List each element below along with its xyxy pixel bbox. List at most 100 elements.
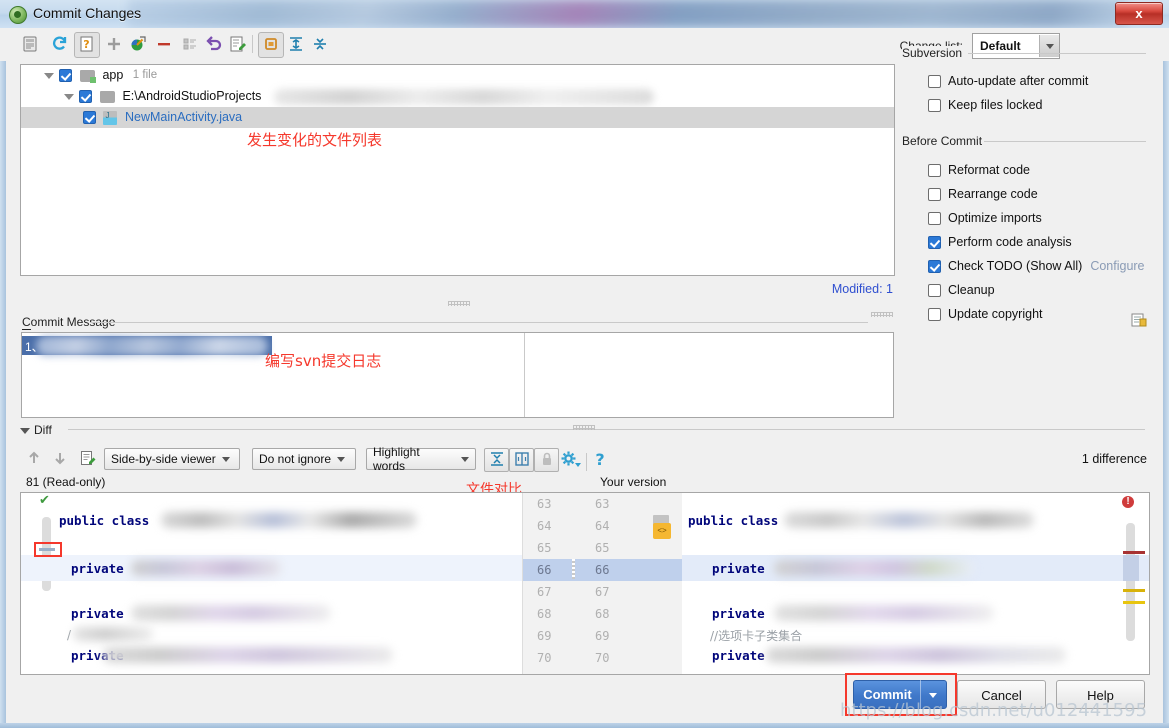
option-rearrange-code[interactable]: Rearrange code [928,187,1038,201]
commit-changes-window: Commit Changes x ? Default app 1 file E:… [0,0,1169,728]
checkbox[interactable] [928,259,941,273]
checkbox[interactable] [928,235,941,249]
list-icon[interactable] [178,32,202,56]
change-marker-yellow [1123,601,1145,604]
title-bar: Commit Changes x [0,0,1169,29]
code-line: private [71,561,124,576]
option-keep-files-locked[interactable]: Keep files locked [928,98,1043,112]
diff-section-divider [68,429,1145,430]
checkbox[interactable] [928,98,941,112]
change-marker-yellow [1123,589,1145,592]
ignore-mode-dropdown[interactable]: Do not ignore [252,448,356,470]
diff-right-pane[interactable]: ! public class private private //选项卡子类集合… [682,493,1149,674]
title-bar-blurred-path [128,0,1128,27]
help-icon[interactable]: ? [592,450,612,470]
blurred-code-text [131,560,281,576]
commit-message-grip[interactable] [871,312,893,317]
show-diff-icon[interactable] [18,32,42,56]
expand-all-icon[interactable] [284,32,308,56]
settings-gear-icon[interactable] [560,450,582,470]
previous-difference-icon[interactable] [26,450,46,470]
option-perform-code-analysis[interactable]: Perform code analysis [928,235,1072,249]
chevron-down-icon[interactable] [43,70,54,81]
tree-row-label: app [102,68,124,83]
tree-checkbox[interactable] [83,111,96,125]
diff-scrollbar[interactable] [1126,523,1135,641]
viewer-mode-dropdown[interactable]: Side-by-side viewer [104,448,240,470]
side-by-side-layout-icon[interactable] [509,448,534,472]
show-unversioned-icon[interactable]: ? [74,32,100,58]
option-auto-update-after-commit[interactable]: Auto-update after commit [928,74,1088,88]
commit-toolbar: ? Default [0,28,1169,61]
code-line: public class [688,513,779,528]
checkbox[interactable] [928,283,941,297]
commit-message-column-divider [524,333,525,417]
changed-files-tree[interactable]: app 1 file E:\AndroidStudioProjects NewM… [20,64,895,276]
blurred-comment [73,627,153,641]
code-line: private [712,648,765,663]
option-check-todo[interactable]: Check TODO (Show All) Configure [928,259,1145,273]
edit-source-icon[interactable] [80,450,100,470]
checkbox[interactable] [928,211,941,225]
checkbox[interactable] [928,307,941,321]
folder-icon [99,90,115,103]
scrollbar-thumb[interactable] [1123,555,1139,581]
subversion-group-title: Subversion [902,46,969,60]
tree-row-count: 1 file [132,69,158,82]
blurred-code-text [766,647,1066,663]
tree-row-directory[interactable]: E:\AndroidStudioProjects [21,86,894,107]
tree-row-app[interactable]: app 1 file [21,65,894,86]
modified-count: Modified: 1 [831,282,893,296]
commit-message-history-icon[interactable] [1131,313,1147,327]
highlight-mode-value: Highlight words [373,445,420,473]
checkbox[interactable] [928,187,941,201]
diff-splitter-grip[interactable] [573,425,595,430]
tree-row-file[interactable]: NewMainActivity.java [21,105,894,128]
diff-toolbar: Side-by-side viewer Do not ignore Highli… [0,445,1169,474]
collapse-all-icon[interactable] [308,32,332,56]
commit-message-divider [90,322,868,323]
chevron-down-icon[interactable] [63,91,74,102]
revert-icon[interactable] [202,32,226,56]
before-commit-group-title: Before Commit [902,134,989,148]
diff-left-pane[interactable]: ✔ public class private private / private [21,493,522,674]
splitter-grip[interactable] [448,301,470,306]
tree-row-label: NewMainActivity.java [124,110,243,125]
commit-message-input[interactable]: 1、 [21,332,894,418]
group-by-directory-icon[interactable] [258,32,284,58]
next-difference-icon[interactable] [52,450,72,470]
code-line: public class [59,513,150,528]
option-update-copyright[interactable]: Update copyright [928,307,1043,321]
error-marker-icon: ! [1122,496,1134,508]
option-label: Check TODO (Show All) [948,259,1083,273]
option-reformat-code[interactable]: Reformat code [928,163,1030,177]
move-to-changelist-icon[interactable] [126,32,150,56]
checkbox[interactable] [928,74,941,88]
blurred-code-text [774,605,994,621]
difference-count: 1 difference [1081,452,1147,466]
tree-checkbox[interactable] [79,90,93,104]
option-optimize-imports[interactable]: Optimize imports [928,211,1042,225]
diff-section-label[interactable]: Diff [20,423,57,437]
watermark: https://blog.csdn.net/u012441595 [840,700,1148,721]
change-list-dropdown[interactable]: Default [972,33,1060,59]
delete-icon[interactable] [152,32,176,56]
add-icon[interactable] [102,32,126,56]
close-button[interactable]: x [1115,2,1163,25]
collapse-unchanged-icon[interactable] [484,448,509,472]
checkbox[interactable] [928,163,941,177]
option-cleanup[interactable]: Cleanup [928,283,995,297]
highlight-mode-dropdown[interactable]: Highlight words [366,445,476,473]
annotation-commit-message: 编写svn提交日志 [265,352,382,370]
folded-code-icon[interactable]: <> [653,523,671,539]
tree-checkbox[interactable] [59,69,73,83]
code-comment: / [67,628,72,642]
toolbar-separator [252,35,253,53]
option-label: Cleanup [948,283,995,297]
diff-viewer[interactable]: ✔ public class private private / private… [20,492,1150,675]
edit-source-icon[interactable] [226,32,250,56]
commit-message-blurred-text [36,336,268,356]
configure-link[interactable]: Configure [1090,259,1144,273]
refresh-icon[interactable] [48,32,72,56]
lock-icon[interactable] [534,448,559,472]
